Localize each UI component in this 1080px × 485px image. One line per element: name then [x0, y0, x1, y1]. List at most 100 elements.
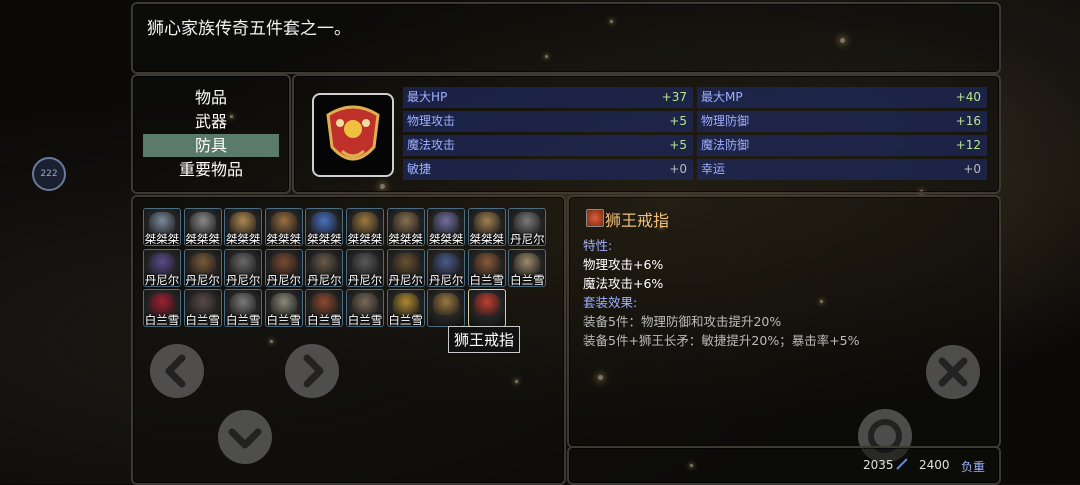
inventory-slot-label: 丹尼尔 [144, 272, 180, 287]
stat-label: 物理防御 [701, 114, 750, 128]
inventory-slot[interactable]: 桀桀桀 [305, 208, 344, 246]
lion-ring-icon [326, 105, 380, 161]
stat-value: +40 [955, 90, 981, 104]
inventory-slot-label: 白兰雪 [347, 313, 383, 328]
stat-value: +16 [955, 114, 981, 128]
equipment-icon [473, 293, 500, 316]
inventory-slot[interactable]: 丹尼尔 [183, 248, 222, 287]
trait-line: 魔法攻击+6% [583, 276, 664, 291]
inventory-slot[interactable]: 桀桀桀 [143, 208, 181, 246]
inventory-slot-label: 丹尼尔 [388, 272, 423, 287]
inventory-slot[interactable]: 丹尼尔 [143, 248, 181, 287]
item-detail-panel: 狮王戒指 特性: 物理攻击+6% 魔法攻击+6% 套装效果: 装备5件：物理防御… [567, 195, 1001, 448]
inventory-slot[interactable]: 丹尼尔 [346, 248, 384, 287]
stat-row: 最大MP +40 [697, 87, 987, 108]
stat-row: 魔法防御 +12 [697, 135, 987, 156]
category-key-items[interactable]: 重要物品 [143, 158, 279, 181]
inventory-slot-label: 丹尼尔 [185, 272, 220, 287]
inventory-slot[interactable]: 丹尼尔 [305, 248, 344, 287]
stat-value: +0 [963, 162, 981, 176]
inventory-slot[interactable]: 白兰雪 [264, 289, 303, 328]
inventory-slot-label: 桀桀桀 [266, 232, 302, 246]
description-panel: 狮心家族传奇五件套之一。 [131, 2, 1001, 74]
inventory-slot-label: 桀桀桀 [469, 232, 505, 246]
category-items[interactable]: 物品 [143, 86, 279, 109]
inventory-slot-label: 白兰雪 [388, 313, 423, 328]
inventory-slot[interactable]: 白兰雪 [467, 248, 506, 287]
stat-row: 敏捷 +0 [403, 159, 693, 180]
inventory-slot-label: 丹尼尔 [307, 272, 342, 287]
stat-row: 魔法攻击 +5 [403, 135, 693, 156]
inventory-slot[interactable]: 丹尼尔 [508, 208, 547, 246]
inventory-slot[interactable]: 桀桀桀 [386, 208, 425, 246]
inventory-slot-label: 桀桀桀 [185, 232, 220, 246]
inventory-slot-label: 丹尼尔 [266, 272, 302, 287]
weight-max: 2400 [919, 458, 950, 472]
inventory-slot-label: 丹尼尔 [225, 272, 261, 287]
chevron-down-icon [228, 428, 262, 449]
item-description: 狮心家族传奇五件套之一。 [147, 19, 351, 39]
inventory-slot-label: 丹尼尔 [510, 232, 545, 246]
inventory-slot-label: 白兰雪 [307, 313, 342, 328]
set-effect-header: 套装效果: [583, 295, 638, 310]
stat-row: 物理攻击 +5 [403, 111, 693, 132]
chevron-left-icon [165, 354, 186, 388]
ring-icon [586, 209, 604, 227]
side-badge[interactable]: 222 [32, 157, 66, 191]
stat-value: +37 [661, 90, 687, 104]
inventory-slot[interactable]: 桀桀桀 [264, 208, 303, 246]
set-effect-line: 装备5件+狮王长矛：敏捷提升20%；暴击率+5% [583, 333, 860, 348]
trait-header: 特性: [583, 238, 613, 253]
inventory-slot[interactable]: 白兰雪 [305, 289, 344, 328]
inventory-slot[interactable]: 丹尼尔 [264, 248, 303, 287]
inventory-slot-label: 丹尼尔 [428, 272, 464, 287]
prev-page-button[interactable] [150, 344, 204, 398]
category-armor[interactable]: 防具 [143, 134, 279, 157]
inventory-slot[interactable]: 桀桀桀 [224, 208, 263, 246]
scroll-down-button[interactable] [218, 410, 272, 464]
inventory-slot-label: 桀桀桀 [144, 232, 180, 246]
inventory-slot[interactable]: 白兰雪 [386, 289, 425, 328]
inventory-slot[interactable]: 丹尼尔 [224, 248, 263, 287]
selected-item-icon [312, 93, 394, 177]
stat-row: 物理防御 +16 [697, 111, 987, 132]
inventory-slot-label: 桀桀桀 [225, 232, 261, 246]
inventory-slot[interactable] [467, 289, 506, 328]
stat-label: 物理攻击 [407, 114, 456, 128]
inventory-slot-label: 白兰雪 [144, 313, 180, 328]
close-icon [938, 357, 968, 387]
inventory-slot-label: 桀桀桀 [347, 232, 383, 246]
inventory-slot[interactable]: 桀桀桀 [183, 208, 222, 246]
inventory-slot-label: 桀桀桀 [307, 232, 342, 246]
close-button[interactable] [926, 345, 980, 399]
inventory-slot[interactable]: 桀桀桀 [427, 208, 466, 246]
inventory-slot[interactable] [427, 289, 466, 328]
stat-label: 最大MP [701, 90, 743, 104]
inventory-slot[interactable]: 白兰雪 [508, 248, 547, 287]
next-page-button[interactable] [285, 344, 339, 398]
chevron-right-icon [303, 354, 324, 388]
item-name: 狮王戒指 [605, 211, 670, 230]
inventory-slot[interactable]: 白兰雪 [183, 289, 222, 328]
inventory-slot[interactable]: 白兰雪 [143, 289, 181, 328]
trait-line: 物理攻击+6% [583, 257, 664, 272]
stats-panel: 最大HP +37 最大MP +40 物理攻击 +5 物理防御 +16 魔法攻击 … [292, 74, 1001, 194]
inventory-slot-label: 白兰雪 [469, 272, 505, 287]
item-tooltip: 狮王戒指 [448, 326, 521, 353]
inventory-slot[interactable]: 白兰雪 [224, 289, 263, 328]
inventory-slot[interactable]: 桀桀桀 [346, 208, 384, 246]
inventory-slot[interactable]: 桀桀桀 [467, 208, 506, 246]
inventory-slot[interactable]: 丹尼尔 [427, 248, 466, 287]
inventory-slot-label: 白兰雪 [510, 272, 545, 287]
category-weapons[interactable]: 武器 [143, 110, 279, 133]
weight-label: 负重 [961, 460, 986, 474]
weight-footer: 2035 2400 负重 [567, 446, 1001, 485]
stat-row: 幸运 +0 [697, 159, 987, 180]
stat-row: 最大HP +37 [403, 87, 693, 108]
inventory-slot-label: 桀桀桀 [428, 232, 464, 246]
inventory-slot[interactable]: 白兰雪 [346, 289, 384, 328]
stat-value: +0 [669, 162, 687, 176]
stat-label: 最大HP [407, 90, 448, 104]
stat-label: 魔法攻击 [407, 138, 456, 152]
inventory-slot[interactable]: 丹尼尔 [386, 248, 425, 287]
